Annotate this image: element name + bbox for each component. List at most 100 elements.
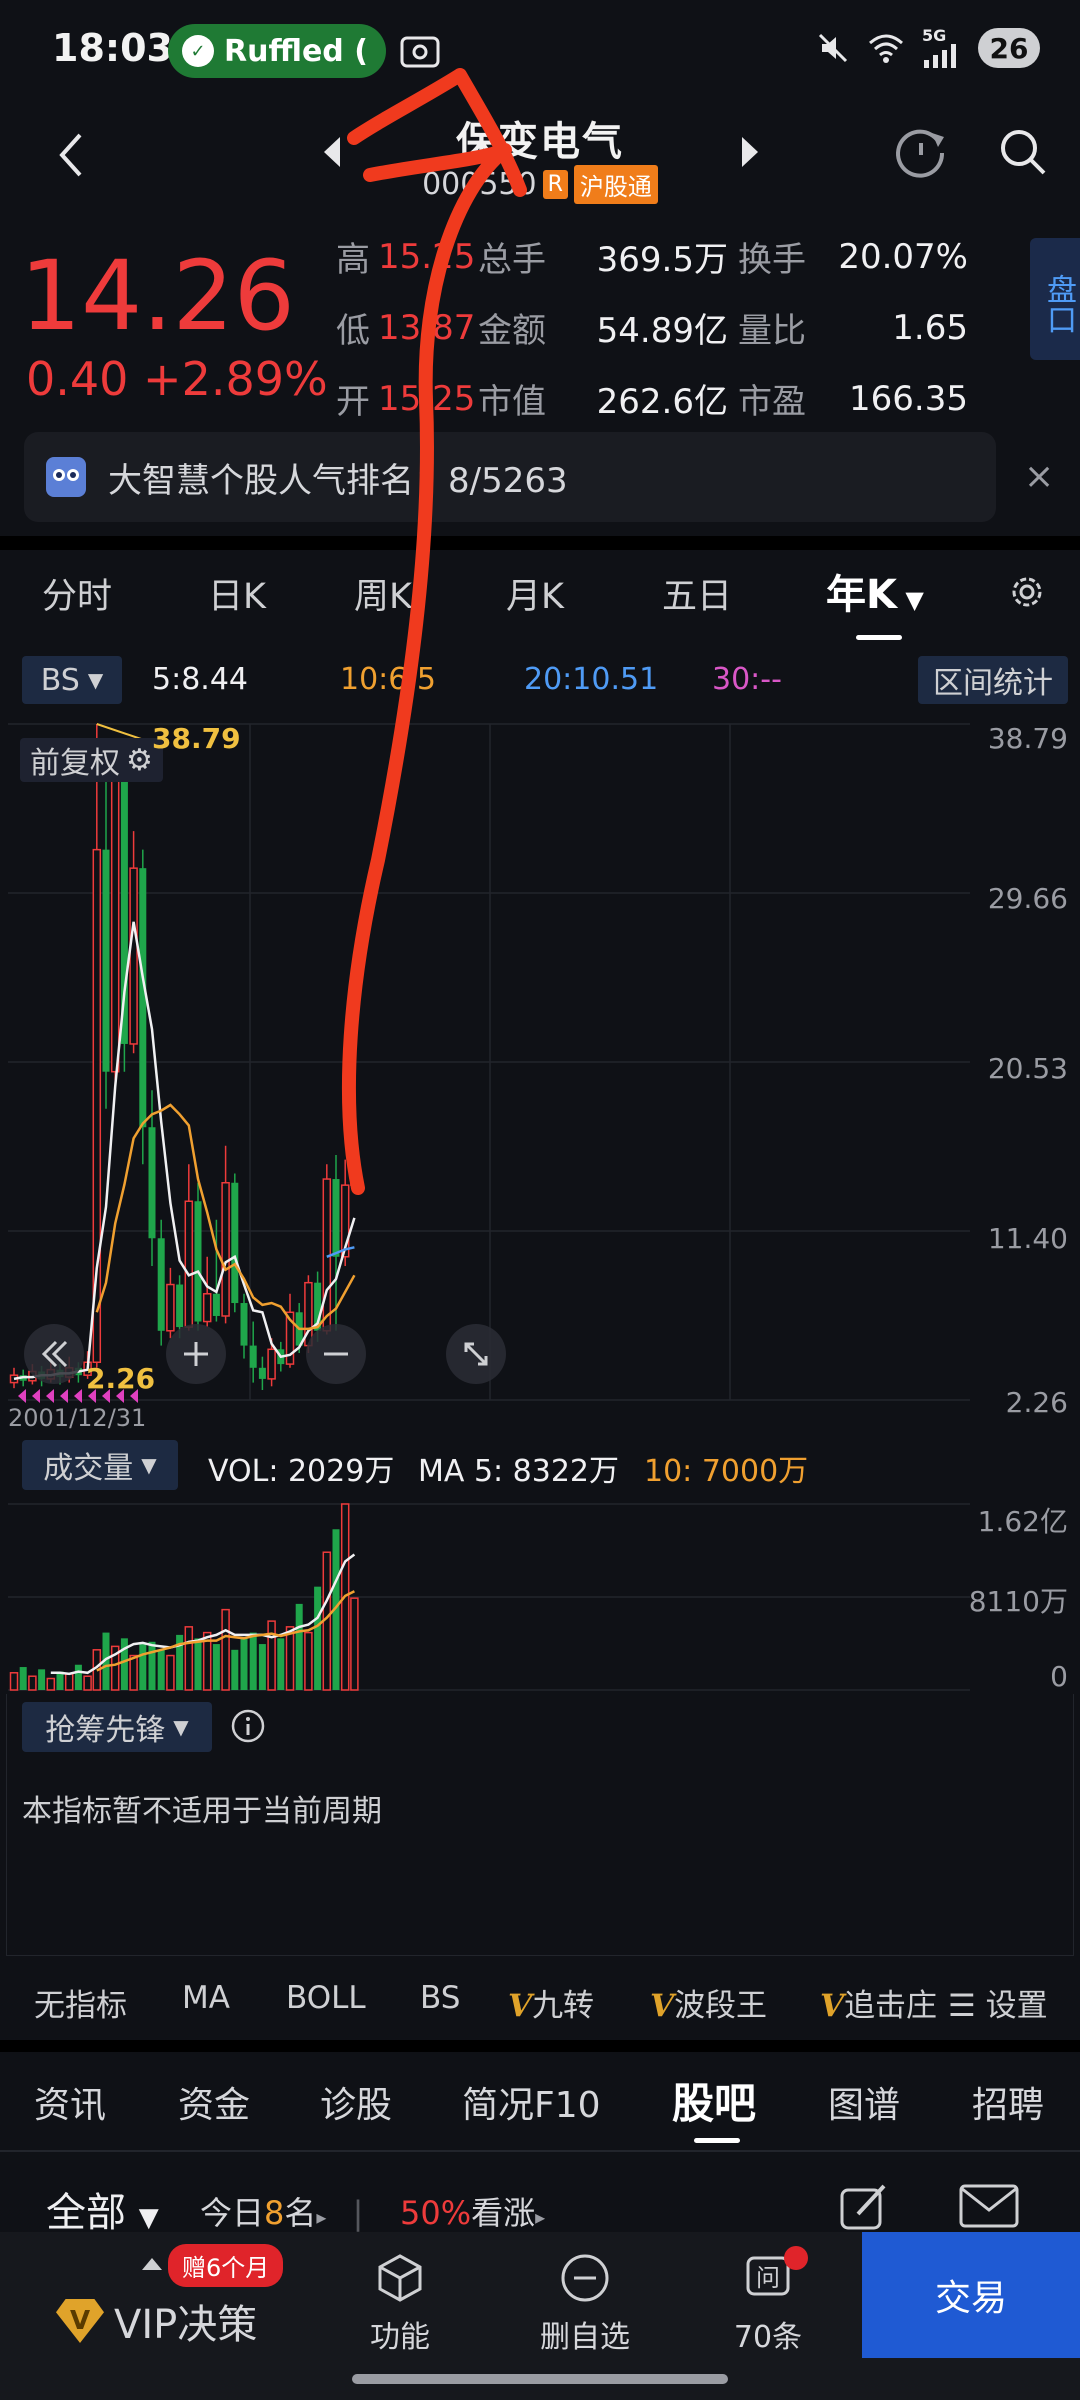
status-time: 18:03 [52, 26, 173, 70]
tab-profile-f10[interactable]: 简况F10 [462, 2076, 601, 2128]
app-indicator-pill[interactable]: ✓ Ruffled ( [168, 24, 386, 78]
vip-v-icon: V [508, 1988, 533, 2024]
indicator-boduanwang[interactable]: V波段王 [650, 1980, 767, 2025]
vip-decision-button[interactable]: V VIP决策 [56, 2292, 257, 2350]
tab-weekly-k[interactable]: 周K [354, 568, 412, 619]
tab-yearly-k-label: 年K [826, 572, 897, 618]
candle-body [350, 1177, 359, 1186]
tab-funds[interactable]: 资金 [178, 2076, 250, 2128]
today-rank-link[interactable]: 今日8名▸ | [200, 2188, 363, 2234]
tab-forum[interactable]: 股吧 [672, 2070, 756, 2131]
quote-value-volume-ratio: 1.65 [892, 307, 968, 348]
indicator-jiuzhuan[interactable]: V九转 [508, 1980, 594, 2025]
current-price: 14.26 [20, 240, 295, 352]
indicator-none[interactable]: 无指标 [34, 1980, 127, 2025]
ma5-line [13, 921, 356, 1381]
gear-icon[interactable] [1005, 570, 1049, 614]
indicator-boduanwang-label: 波段王 [674, 1988, 768, 2024]
candle-body [202, 1293, 212, 1323]
indicator-zhuiji-label: 追击庄 [844, 1988, 936, 2024]
indicator-zhuiji[interactable]: V追击庄 [820, 1980, 936, 2025]
tab-intraday[interactable]: 分时 [42, 568, 112, 619]
volume-chart[interactable] [0, 1494, 1080, 1694]
fullscreen-button[interactable] [444, 1322, 508, 1386]
popularity-banner[interactable]: 大智慧个股人气排名：8/5263 [24, 432, 996, 522]
indicator-bs[interactable]: BS [420, 1980, 460, 2016]
vip-v-icon: V [650, 1988, 675, 2024]
tab-five-day[interactable]: 五日 [662, 568, 732, 619]
candle-body [184, 1200, 194, 1328]
status-bar: 18:03 ✓ Ruffled ( 5G 26 [0, 0, 1080, 105]
refresh-icon[interactable] [892, 123, 950, 181]
today-count: 8 [264, 2194, 285, 2232]
ma30-value: 30:-- [712, 662, 782, 697]
filter-all-dropdown[interactable]: 全部 ▼ [46, 2180, 159, 2238]
network-type: 5G [922, 26, 947, 45]
indicator-settings-button[interactable]: ☰ 设置 [944, 1980, 1048, 2025]
today-prefix: 今日 [200, 2194, 265, 2232]
chip-indicator-select[interactable]: 抢筹先锋 ▼ [22, 1702, 212, 1752]
pankou-tab[interactable]: 盘口 [1030, 238, 1080, 360]
tab-monthly-k[interactable]: 月K [506, 568, 564, 619]
zoom-in-button[interactable] [164, 1322, 228, 1386]
volume-bar [129, 1654, 138, 1691]
volume-bar [9, 1672, 19, 1691]
quote-label-open: 开 [336, 382, 370, 422]
app-pill-label: Ruffled ( [224, 33, 368, 69]
volume-value: VOL: 2029万 [208, 1454, 395, 1489]
stock-header: 保变电气 000550 R 沪股通 [0, 105, 1080, 215]
screenshot-icon[interactable] [398, 30, 442, 74]
minus-circle-icon [561, 2254, 609, 2302]
chevron-down-icon: ▼ [138, 2203, 159, 2233]
ask-button[interactable]: 问 70条 [698, 2250, 838, 2356]
home-indicator[interactable] [352, 2374, 728, 2384]
volume-bar [56, 1671, 64, 1690]
tab-daily-k[interactable]: 日K [208, 568, 266, 619]
candle-body [102, 849, 110, 1072]
volume-bar [314, 1586, 322, 1690]
volume-indicator-select[interactable]: 成交量 ▼ [22, 1440, 178, 1490]
bs-signal-marker [32, 1389, 40, 1403]
trade-button[interactable]: 交易 [862, 2232, 1080, 2358]
indicator-settings-label: 设置 [985, 1988, 1048, 2024]
volume-ma5: MA 5: 8322万 [418, 1454, 620, 1489]
indicator-boll[interactable]: BOLL [286, 1980, 366, 2016]
info-icon[interactable] [230, 1708, 266, 1744]
tab-diagnosis[interactable]: 诊股 [320, 2076, 392, 2128]
ma5-value: 5:8.44 [152, 662, 248, 697]
tab-news[interactable]: 资讯 [34, 2076, 106, 2128]
price-change: 0.40 +2.89% [26, 352, 328, 406]
tab-recruit[interactable]: 招聘 [972, 2076, 1044, 2128]
quote-label-amount: 金额 [478, 311, 546, 351]
bs-indicator-select[interactable]: BS ▼ [22, 656, 122, 704]
quote-label-low: 低 [336, 311, 370, 351]
search-icon[interactable] [996, 125, 1050, 179]
remove-favorite-button[interactable]: 删自选 [515, 2250, 655, 2356]
candle-body [157, 1238, 165, 1331]
volume-bar [46, 1677, 56, 1691]
stock-code: 000550 [422, 167, 537, 202]
chip-title: 抢筹先锋 [45, 1713, 166, 1748]
indicator-ma[interactable]: MA [182, 1980, 230, 2016]
tab-graph[interactable]: 图谱 [828, 2076, 900, 2128]
next-stock-icon[interactable] [740, 135, 760, 169]
kline-chart[interactable] [0, 712, 1080, 1432]
bullish-ratio-link[interactable]: 50%看涨▸ [400, 2188, 545, 2234]
volume-bar [285, 1626, 295, 1691]
range-stats-button[interactable]: 区间统计 [918, 656, 1068, 704]
chevron-right-icon: ▸ [316, 2205, 327, 2229]
svg-text:问: 问 [756, 2264, 780, 2292]
banner-close-icon[interactable]: × [1024, 456, 1054, 497]
volume-bar [38, 1669, 46, 1690]
section-divider [0, 2150, 1080, 2152]
stock-code-main: 00055 [422, 167, 518, 202]
function-button[interactable]: 功能 [330, 2250, 470, 2356]
scroll-left-button[interactable] [22, 1322, 86, 1386]
stock-code-suffix: 0 [517, 167, 537, 202]
zoom-out-button[interactable] [304, 1322, 368, 1386]
tab-yearly-k[interactable]: 年K ▼ [826, 562, 924, 620]
mail-icon[interactable] [958, 2182, 1020, 2230]
active-tab-underline [856, 635, 902, 640]
edit-post-icon[interactable] [838, 2180, 890, 2232]
forward-adjust-button[interactable]: 前复权 ⚙ [20, 738, 163, 782]
